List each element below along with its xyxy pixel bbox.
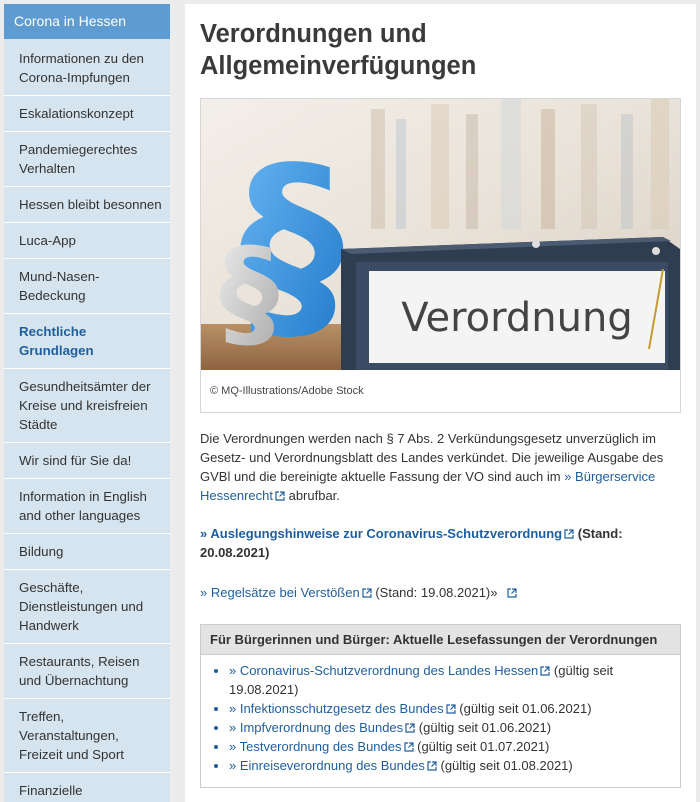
external-link-icon: [362, 588, 372, 598]
sidebar-item-treffen[interactable]: Treffen, Veranstaltungen, Freizeit und S…: [4, 698, 170, 772]
external-link-icon: [540, 666, 550, 676]
lesefassungen-box: Für Bürgerinnen und Bürger: Aktuelle Les…: [200, 624, 681, 788]
fines-paragraph: » Regelsätze bei Verstößen (Stand: 19.08…: [200, 583, 681, 602]
intro-text-after: abrufbar.: [284, 488, 340, 503]
infektionsschutzgesetz-link[interactable]: » Infektionsschutzgesetz des Bundes: [229, 701, 444, 716]
regelsaetze-link[interactable]: » Regelsätze bei Verstößen: [200, 585, 360, 600]
external-link-icon: [446, 704, 456, 714]
auslegungshinweise-link[interactable]: » Auslegungshinweise zur Coronavirus-Sch…: [200, 526, 562, 541]
sidebar-item-geschaefte[interactable]: Geschäfte, Dienstleistungen und Handwerk: [4, 569, 170, 643]
sidebar-item-luca-app[interactable]: Luca-App: [4, 222, 170, 258]
sidebar-list: Informationen zu den Corona-Impfungen Es…: [4, 39, 170, 802]
fines-date: (Stand: 19.08.2021)»: [375, 585, 498, 600]
list-item: » Infektionsschutzgesetz des Bundes (gül…: [229, 699, 672, 718]
binder-label: Verordnung: [401, 295, 632, 341]
sidebar-item-fuer-sie-da[interactable]: Wir sind für Sie da!: [4, 442, 170, 478]
sidebar-item-mund-nasen-bedeckung[interactable]: Mund-Nasen-Bedeckung: [4, 258, 170, 313]
valid-since-note: (gültig seit 01.07.2021): [417, 739, 550, 754]
corona-schutzverordnung-link[interactable]: » Coronavirus-Schutzverordnung des Lande…: [229, 663, 538, 678]
page-title: Verordnungen und Allgemeinverfügungen: [200, 20, 477, 80]
svg-text:§: §: [219, 224, 279, 363]
einreiseverordnung-link[interactable]: » Einreiseverordnung des Bundes: [229, 758, 425, 773]
sidebar-item-verhalten[interactable]: Pandemiegerechtes Verhalten: [4, 131, 170, 186]
sidebar-item-bildung[interactable]: Bildung: [4, 533, 170, 569]
list-item: » Testverordnung des Bundes (gültig seit…: [229, 737, 672, 756]
sidebar-header[interactable]: Corona in Hessen: [4, 4, 170, 39]
impfverordnung-link[interactable]: » Impfverordnung des Bundes: [229, 720, 403, 735]
list-item: » Einreiseverordnung des Bundes (gültig …: [229, 756, 672, 775]
valid-since-note: (gültig seit 01.06.2021): [459, 701, 592, 716]
lesefassungen-list: » Coronavirus-Schutzverordnung des Lande…: [201, 655, 680, 787]
sidebar-item-gesundheitsaemter[interactable]: Gesundheitsämter der Kreise und kreisfre…: [4, 368, 170, 442]
valid-since-note: (gültig seit 01.08.2021): [440, 758, 573, 773]
list-item: » Impfverordnung des Bundes (gültig seit…: [229, 718, 672, 737]
guidance-paragraph: » Auslegungshinweise zur Coronavirus-Sch…: [200, 524, 681, 562]
intro-paragraph: Die Verordnungen werden nach § 7 Abs. 2 …: [200, 429, 685, 505]
sidebar-item-impfungen[interactable]: Informationen zu den Corona-Impfungen: [4, 39, 170, 95]
external-link-icon: [405, 723, 415, 733]
external-link-icon: [275, 491, 285, 501]
verordnung-illustration: § § Verordnung: [201, 99, 680, 370]
sidebar-item-eskalationskonzept[interactable]: Eskalationskonzept: [4, 95, 170, 131]
main-content: Verordnungen und Allgemeinverfügungen § …: [185, 4, 696, 802]
sidebar-item-besonnen[interactable]: Hessen bleibt besonnen: [4, 186, 170, 222]
hero-figure: § § Verordnung © MQ-Illustrations/Adobe …: [200, 98, 681, 413]
external-link-icon: [564, 529, 574, 539]
sidebar-item-english[interactable]: Information in English and other languag…: [4, 478, 170, 533]
list-item: » Coronavirus-Schutzverordnung des Lande…: [229, 661, 672, 699]
image-caption: © MQ-Illustrations/Adobe Stock: [210, 385, 364, 397]
sidebar-item-restaurants[interactable]: Restaurants, Reisen und Übernachtung: [4, 643, 170, 698]
sidebar-item-finanzielle-unterstuetzung[interactable]: Finanzielle Unterstützung in der: [4, 772, 170, 802]
external-link-icon[interactable]: [507, 588, 517, 598]
sidebar-item-rechtliche-grundlagen[interactable]: Rechtliche Grundlagen: [4, 313, 170, 368]
valid-since-note: (gültig seit 01.06.2021): [418, 720, 552, 735]
external-link-icon: [403, 742, 414, 752]
sidebar-nav: Corona in Hessen Informationen zu den Co…: [4, 4, 170, 802]
external-link-icon: [427, 761, 437, 771]
testverordnung-link[interactable]: » Testverordnung des Bundes: [229, 739, 402, 754]
lesefassungen-box-title: Für Bürgerinnen und Bürger: Aktuelle Les…: [201, 625, 680, 655]
